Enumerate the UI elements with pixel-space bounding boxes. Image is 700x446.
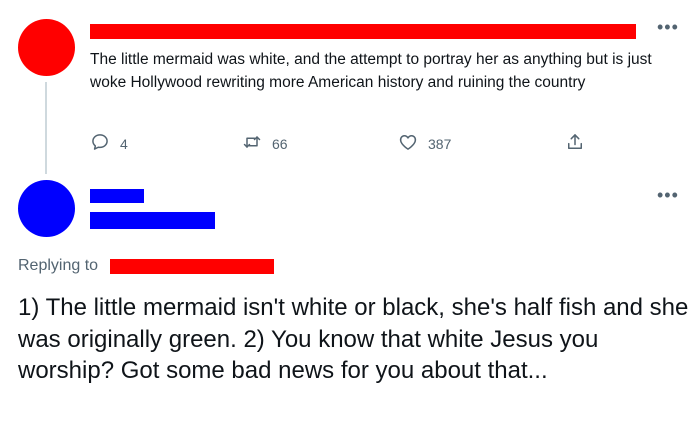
redacted-author-handle[interactable]: [90, 212, 215, 229]
retweet-button[interactable]: 66: [242, 132, 288, 155]
like-icon: [398, 132, 418, 155]
avatar[interactable]: [18, 19, 75, 76]
tweet-text: 1) The little mermaid isn't white or bla…: [18, 294, 689, 384]
reply-icon: [90, 132, 110, 155]
avatar[interactable]: [18, 180, 75, 237]
redacted-author-name[interactable]: [90, 24, 636, 39]
redacted-author-name[interactable]: [90, 189, 144, 203]
reply-button[interactable]: 4: [90, 132, 128, 155]
share-icon: [565, 132, 585, 155]
like-button[interactable]: 387: [398, 132, 451, 155]
redacted-replying-to-handle[interactable]: [110, 259, 274, 274]
thread-connector-line: [45, 82, 47, 174]
more-options-icon[interactable]: •••: [657, 186, 679, 204]
reply-count: 4: [120, 135, 128, 152]
replying-to-label: Replying to: [18, 257, 99, 274]
retweet-count: 66: [272, 135, 288, 152]
like-count: 387: [428, 135, 452, 152]
more-options-icon[interactable]: •••: [657, 18, 679, 36]
share-button[interactable]: [565, 132, 585, 155]
retweet-icon: [242, 132, 262, 155]
tweet-text: The little mermaid was white, and the at…: [90, 51, 652, 91]
